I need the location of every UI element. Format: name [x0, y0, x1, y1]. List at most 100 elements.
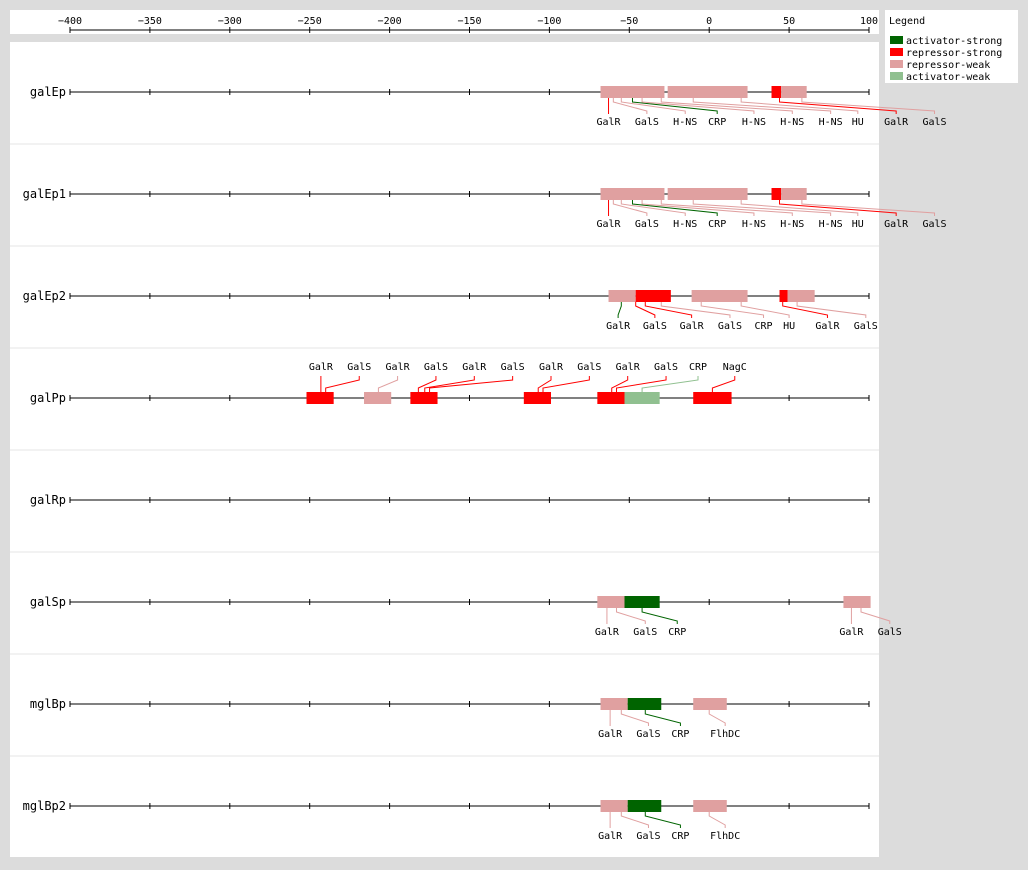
binding-site-box	[306, 392, 334, 404]
binding-site-label: GalS	[635, 219, 659, 230]
binding-site-box	[600, 86, 665, 98]
legend-label: activator-weak	[906, 72, 990, 83]
binding-site-box	[843, 596, 871, 608]
binding-site-box	[624, 392, 660, 404]
binding-site-label: GalR	[598, 729, 623, 740]
legend-items: activator-strongrepressor-strongrepresso…	[890, 36, 1002, 83]
axis-tick-label: −300	[218, 16, 242, 27]
binding-site-label: GalR	[680, 321, 705, 332]
axis-tick-label: 100	[860, 16, 878, 27]
binding-site-box	[691, 290, 748, 302]
binding-site-box	[364, 392, 392, 404]
binding-site-box	[693, 392, 732, 404]
binding-site-box	[410, 392, 438, 404]
binding-site-label: CRP	[671, 831, 689, 842]
binding-site-label: H-NS	[780, 117, 804, 128]
binding-site-box	[771, 86, 782, 98]
binding-site-label: H-NS	[819, 117, 843, 128]
promoter-diagram: −400 −350 −300 −250 −200 −150 −100 −50 0 50 100 ga…	[10, 10, 1018, 857]
binding-site-label: GalR	[598, 831, 623, 842]
legend-swatch	[890, 72, 903, 80]
binding-site-box	[787, 290, 815, 302]
binding-site-box	[781, 86, 807, 98]
binding-site-label: GalS	[922, 117, 946, 128]
binding-site-label: GalR	[595, 627, 620, 638]
binding-site-label: H-NS	[673, 117, 697, 128]
binding-site-label: CRP	[708, 117, 726, 128]
binding-site-box	[693, 800, 727, 812]
binding-site-box	[600, 188, 665, 200]
binding-site-label: GalS	[347, 362, 371, 373]
binding-site-label: FlhDC	[710, 729, 740, 740]
binding-site-label: GalS	[424, 362, 448, 373]
binding-site-box	[597, 596, 625, 608]
binding-site-label: H-NS	[780, 219, 804, 230]
legend-label: activator-strong	[906, 36, 1002, 47]
binding-site-label: GalR	[606, 321, 631, 332]
binding-site-label: CRP	[708, 219, 726, 230]
binding-site-label: GalR	[616, 362, 641, 373]
promoter-name: galPp	[30, 391, 66, 405]
binding-site-label: NagC	[723, 362, 747, 373]
axis-tick-label: 0	[706, 16, 712, 27]
promoter-name: galRp	[30, 493, 66, 507]
axis-tick-label: −150	[457, 16, 481, 27]
binding-site-box	[779, 290, 788, 302]
binding-site-label: CRP	[671, 729, 689, 740]
binding-site-label: GalR	[386, 362, 411, 373]
binding-site-label: GalR	[884, 219, 909, 230]
legend-swatch	[890, 36, 903, 44]
binding-site-label: HU	[783, 321, 795, 332]
axis-tick-label: −50	[620, 16, 638, 27]
promoter-name: galEp2	[23, 289, 66, 303]
binding-site-box	[781, 188, 807, 200]
binding-site-label: GalR	[539, 362, 564, 373]
binding-site-label: CRP	[689, 362, 707, 373]
binding-site-box	[523, 392, 551, 404]
binding-site-box	[627, 800, 662, 812]
binding-site-label: GalS	[501, 362, 525, 373]
binding-site-label: GalS	[633, 627, 657, 638]
binding-site-label: GalR	[596, 117, 621, 128]
binding-site-label: GalS	[718, 321, 742, 332]
axis-tick-label: −100	[537, 16, 561, 27]
axis-tick-label: −250	[298, 16, 322, 27]
binding-site-box	[600, 800, 628, 812]
binding-site-box	[597, 392, 625, 404]
binding-site-label: GalS	[636, 831, 660, 842]
binding-site-label: GalS	[922, 219, 946, 230]
binding-site-label: GalS	[636, 729, 660, 740]
binding-site-box	[667, 188, 748, 200]
binding-site-label: GalS	[878, 627, 902, 638]
promoter-name: mglBp	[30, 697, 66, 711]
legend-label: repressor-weak	[906, 60, 990, 71]
binding-site-box	[627, 698, 662, 710]
promoter-diagram-page: −400 −350 −300 −250 −200 −150 −100 −50 0 50 100 ga…	[0, 0, 1028, 866]
binding-site-box	[635, 290, 671, 302]
legend: Legend activator-strongrepressor-strongr…	[885, 10, 1018, 83]
promoter-name: galEp	[30, 85, 66, 99]
binding-site-box	[608, 290, 636, 302]
legend-swatch	[890, 60, 903, 68]
binding-site-label: GalR	[462, 362, 487, 373]
promoter-name: mglBp2	[23, 799, 66, 813]
binding-site-box	[624, 596, 660, 608]
axis-tick-label: −200	[378, 16, 402, 27]
binding-site-label: GalS	[643, 321, 667, 332]
binding-site-label: HU	[852, 219, 864, 230]
binding-site-label: GalR	[596, 219, 621, 230]
legend-title: Legend	[889, 16, 925, 27]
binding-site-label: FlhDC	[710, 831, 740, 842]
binding-site-label: H-NS	[742, 117, 766, 128]
binding-site-label: GalS	[654, 362, 678, 373]
binding-site-box	[693, 698, 727, 710]
binding-site-label: H-NS	[673, 219, 697, 230]
binding-site-box	[600, 698, 628, 710]
binding-site-box	[667, 86, 748, 98]
legend-label: repressor-strong	[906, 48, 1002, 59]
binding-site-label: H-NS	[819, 219, 843, 230]
binding-site-label: H-NS	[742, 219, 766, 230]
legend-swatch	[890, 48, 903, 56]
axis-tick-label: −400	[58, 16, 82, 27]
binding-site-label: GalR	[815, 321, 840, 332]
